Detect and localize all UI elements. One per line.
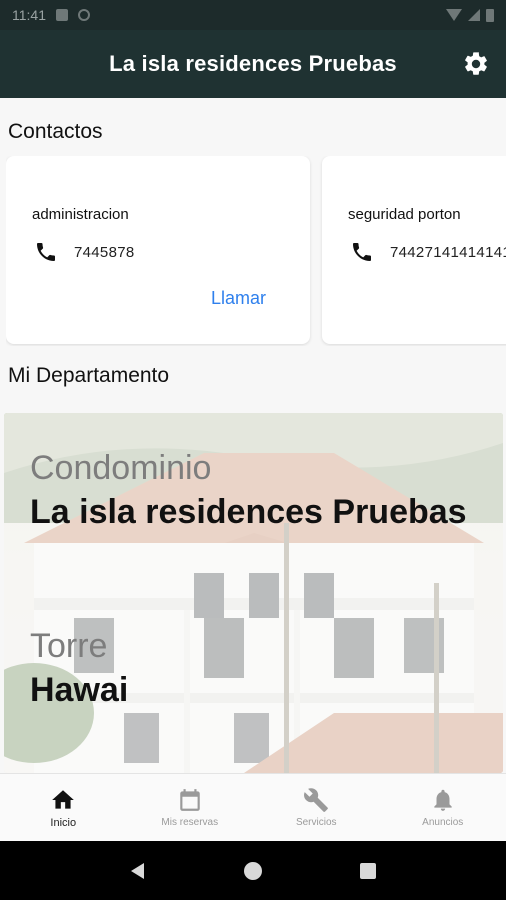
- gear-icon: [465, 52, 487, 75]
- notification-icon: [56, 9, 68, 21]
- status-icons: [446, 8, 494, 22]
- condominium-label: Condominio: [30, 449, 212, 487]
- sync-icon: [78, 9, 90, 21]
- contact-phone: 744271414141414: [390, 243, 506, 261]
- tower-label: Torre: [30, 627, 108, 665]
- phone-icon: [353, 243, 371, 261]
- nav-item-mis-reservas[interactable]: Mis reservas: [127, 774, 254, 841]
- system-navigation-bar: [0, 841, 506, 900]
- home-circle-icon: [243, 861, 262, 880]
- contacts-list[interactable]: administracion 7445878 Llamar seguridad …: [6, 156, 506, 346]
- back-triangle-icon: [130, 862, 144, 879]
- contact-phone: 7445878: [74, 243, 135, 261]
- nav-label: Anuncios: [422, 817, 464, 828]
- contact-phone-row: 7445878: [34, 240, 135, 264]
- call-button[interactable]: Llamar: [211, 288, 266, 309]
- home-system-button[interactable]: [233, 851, 273, 891]
- contacts-title: Contactos: [8, 120, 103, 143]
- contact-phone-row: 744271414141414: [350, 240, 506, 264]
- bell-icon: [434, 789, 452, 811]
- wrench-icon: [304, 788, 329, 812]
- calendar-icon: [180, 789, 200, 811]
- status-time: 11:41: [12, 7, 46, 23]
- tower-value: Hawai: [30, 671, 129, 709]
- home-icon: [52, 789, 75, 809]
- battery-icon: [486, 8, 494, 22]
- nav-label: Mis reservas: [161, 817, 219, 828]
- status-bar: 11:41: [0, 0, 506, 30]
- recents-button[interactable]: [348, 851, 388, 891]
- app-title: La isla residences Pruebas: [109, 51, 397, 76]
- nav-item-inicio[interactable]: Inicio: [0, 774, 127, 841]
- condominium-value: La isla residences Pruebas: [30, 493, 467, 531]
- contact-card-seguridad-porton: seguridad porton 744271414141414: [322, 156, 506, 344]
- signal-icon: [468, 9, 480, 21]
- department-title: Mi Departamento: [8, 364, 170, 387]
- settings-button[interactable]: [460, 48, 492, 80]
- app-bar: La isla residences Pruebas: [0, 30, 506, 98]
- department-card[interactable]: Condominio La isla residences Pruebas To…: [4, 413, 503, 773]
- nav-item-servicios[interactable]: Servicios: [253, 774, 380, 841]
- wifi-icon: [446, 9, 462, 21]
- nav-label: Inicio: [50, 816, 77, 829]
- back-button[interactable]: [118, 851, 158, 891]
- contact-name: seguridad porton: [348, 206, 461, 223]
- bottom-navigation: Inicio Mis reservas Servicios Anuncios: [0, 773, 506, 841]
- recents-square-icon: [360, 862, 377, 879]
- contact-card-administracion: administracion 7445878 Llamar: [6, 156, 310, 344]
- phone-icon: [37, 243, 55, 261]
- contact-name: administracion: [32, 206, 129, 223]
- nav-label: Servicios: [295, 817, 337, 828]
- nav-item-anuncios[interactable]: Anuncios: [380, 774, 506, 841]
